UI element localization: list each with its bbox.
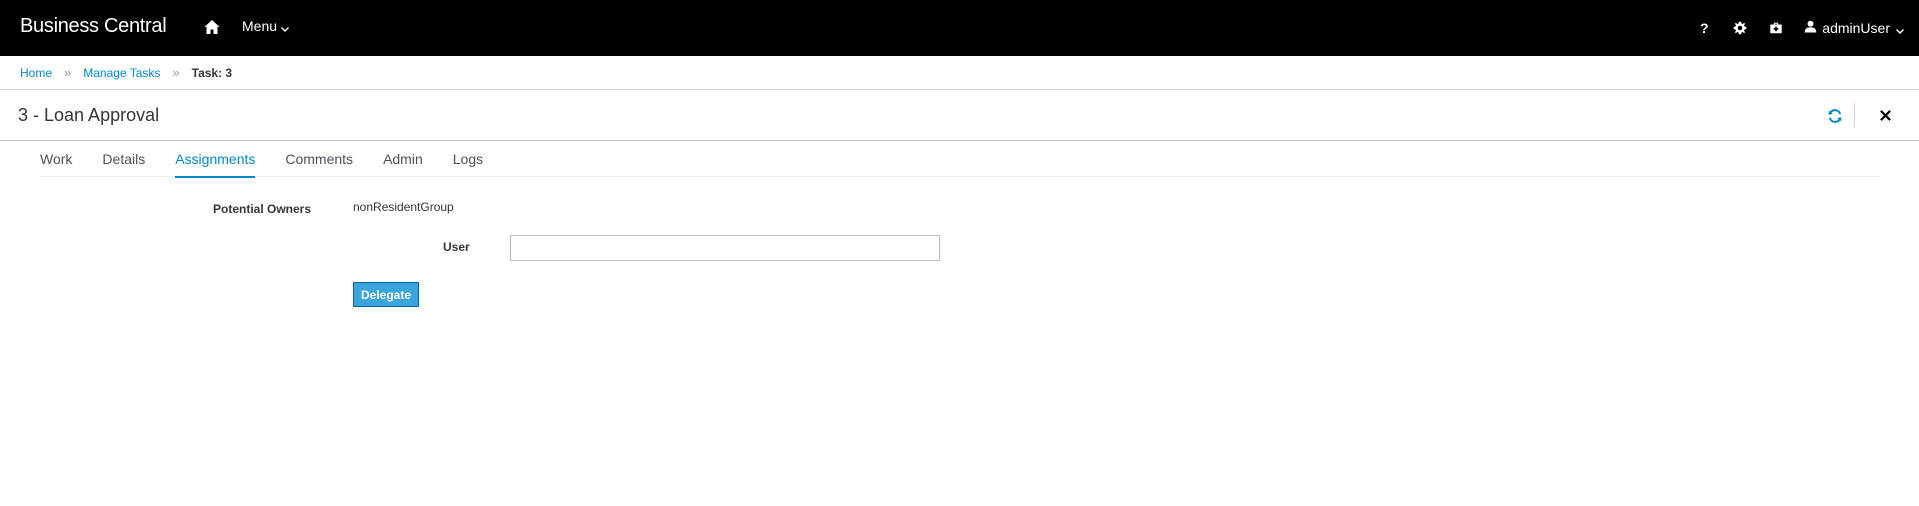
gear-icon[interactable]: [1722, 0, 1758, 56]
help-icon[interactable]: ?: [1686, 0, 1722, 56]
breadcrumb-current: Task: 3: [191, 65, 233, 80]
close-icon[interactable]: [1874, 104, 1896, 126]
breadcrumb-manage-tasks[interactable]: Manage Tasks: [83, 66, 160, 80]
tab-assignments[interactable]: Assignments: [175, 141, 256, 178]
breadcrumb-home[interactable]: Home: [20, 66, 52, 80]
page-title: 3 - Loan Approval: [18, 105, 160, 125]
user-icon: [1804, 20, 1817, 36]
potential-owners-label: Potential Owners: [213, 202, 312, 216]
user-name: adminUser: [1822, 20, 1890, 36]
task-tabs: Work Details Assignments Comments Admin …: [40, 141, 1880, 178]
page-header: 3 - Loan Approval: [0, 90, 1919, 141]
tab-admin[interactable]: Admin: [383, 141, 423, 177]
chevron-down-icon: [280, 21, 290, 32]
refresh-icon[interactable]: [1824, 105, 1846, 127]
breadcrumb-separator: »: [172, 65, 180, 80]
breadcrumb-separator: »: [64, 65, 72, 80]
delegate-button[interactable]: Delegate: [353, 282, 419, 307]
top-navbar: Business Central Menu ? adminUser: [0, 0, 1919, 56]
chevron-down-icon: [1895, 23, 1905, 34]
tab-work[interactable]: Work: [40, 141, 72, 177]
home-icon[interactable]: [203, 18, 221, 36]
user-menu-dropdown[interactable]: adminUser: [1794, 20, 1919, 36]
user-field-label: User: [443, 240, 470, 254]
header-divider: [1854, 103, 1855, 127]
potential-owners-value: nonResidentGroup: [353, 200, 454, 214]
menu-dropdown[interactable]: Menu: [242, 18, 290, 34]
brand-title[interactable]: Business Central: [20, 15, 167, 38]
tab-details[interactable]: Details: [102, 141, 145, 177]
tab-comments[interactable]: Comments: [285, 141, 353, 177]
first-aid-kit-icon[interactable]: [1758, 0, 1794, 56]
breadcrumb: Home » Manage Tasks » Task: 3: [0, 56, 1919, 90]
navbar-right: ? adminUser: [1686, 0, 1919, 56]
tab-logs[interactable]: Logs: [453, 141, 483, 177]
user-input[interactable]: [510, 235, 940, 261]
menu-label: Menu: [242, 18, 278, 34]
